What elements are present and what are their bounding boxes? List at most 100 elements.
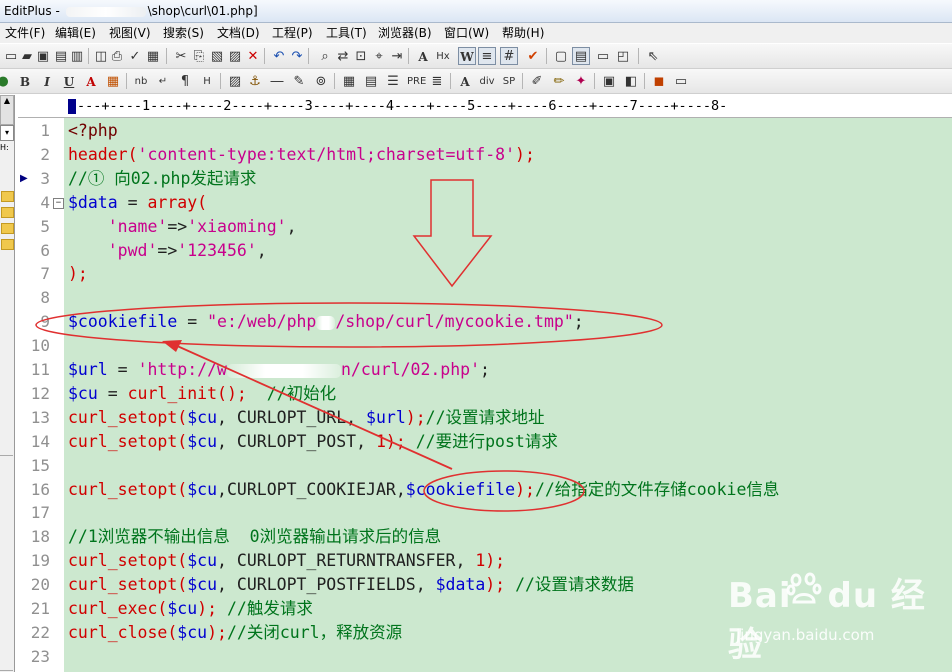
code-line[interactable]: curl_setopt($cu,CURLOPT_COOKIEJAR,$cooki… (68, 478, 779, 502)
word-wrap-icon[interactable]: W (458, 47, 476, 65)
directory-icon[interactable]: ◰ (614, 47, 632, 65)
anchor-icon[interactable]: ⚓ (246, 72, 264, 90)
code-line[interactable]: $cookiefile = "e:/web/php/shop/curl/myco… (68, 310, 584, 334)
line-break-icon[interactable]: ↵ (154, 72, 172, 90)
code-line[interactable]: curl_close($cu);//关闭curl，释放资源 (68, 621, 402, 645)
font-tag-icon[interactable]: A (456, 72, 474, 90)
tools-icon[interactable]: ✦ (572, 72, 590, 90)
pre-button[interactable]: PRE (406, 72, 426, 90)
menu-project[interactable]: 工程(P) (272, 23, 313, 43)
menu-tools[interactable]: 工具(T) (326, 23, 367, 43)
code-line[interactable]: curl_setopt($cu, CURLOPT_POSTFIELDS, $da… (68, 573, 634, 597)
list-icon[interactable]: ☰ (384, 72, 402, 90)
paragraph-button[interactable]: ¶ (176, 72, 194, 90)
output-window-icon[interactable]: ▭ (594, 47, 612, 65)
undo-icon[interactable]: ↶ (270, 47, 288, 65)
print-icon[interactable]: ⎙ (108, 47, 126, 65)
code-line[interactable]: header('content-type:text/html;charset=u… (68, 143, 535, 167)
toolbar-separator (264, 48, 265, 64)
menu-file[interactable]: 文件(F) (5, 23, 45, 43)
cliptext-icon[interactable]: ▤ (572, 47, 590, 65)
line-numbers-icon[interactable]: # (500, 47, 518, 65)
menu-edit[interactable]: 编辑(E) (55, 23, 96, 43)
nbsp-button[interactable]: nb (132, 72, 150, 90)
bold-button[interactable]: B (16, 72, 34, 90)
horizontal-rule-icon[interactable]: ― (268, 72, 286, 90)
delete-icon[interactable]: ✕ (244, 47, 262, 65)
drive-dropdown[interactable]: ▾ (0, 125, 14, 141)
frame-icon[interactable]: ▣ (600, 72, 618, 90)
window-icon[interactable]: ▢ (552, 47, 570, 65)
menu-browser[interactable]: 浏览器(B) (378, 23, 432, 43)
code-line[interactable]: curl_exec($cu); //触发请求 (68, 597, 313, 621)
comment-icon[interactable]: ⊚ (312, 72, 330, 90)
fold-toggle-icon[interactable]: − (53, 197, 64, 209)
ruler-toggle-icon[interactable]: ≡ (478, 47, 496, 65)
div-button[interactable]: div (478, 72, 496, 90)
code-line[interactable]: curl_setopt($cu, CURLOPT_RETURNTRANSFER,… (68, 549, 505, 573)
frameset-icon[interactable]: ◧ (622, 72, 640, 90)
go-to-icon[interactable]: ⌖ (370, 47, 388, 65)
panel-scroll-arrow[interactable]: ▲ (0, 95, 14, 125)
menu-document[interactable]: 文档(D) (217, 23, 260, 43)
paste-special-icon[interactable]: ▨ (226, 47, 244, 65)
close-file-icon[interactable]: ▥ (68, 47, 86, 65)
redo-icon[interactable]: ↷ (288, 47, 306, 65)
menu-window[interactable]: 窗口(W) (444, 23, 489, 43)
copy-icon[interactable]: ⎘ (190, 47, 208, 65)
replace-icon[interactable]: ⇄ (334, 47, 352, 65)
code-line[interactable]: $url = 'http://w n/curl/02.php'; (68, 358, 490, 382)
find-icon[interactable]: ⌕ (316, 47, 334, 65)
table-icon[interactable]: ▦ (340, 72, 358, 90)
code-token: //关闭curl，释放资源 (226, 622, 403, 642)
folder-icon[interactable] (1, 191, 14, 202)
code-token: ; (573, 312, 584, 332)
code-line[interactable]: //1浏览器不输出信息 0浏览器输出请求后的信息 (68, 525, 441, 549)
current-line-marker-icon: ▶ (20, 172, 28, 184)
spell-check-icon[interactable]: ✓ (126, 47, 144, 65)
folder-icon[interactable] (1, 239, 14, 250)
ruler-ticks: ---+----1----+----2----+----3----+----4-… (77, 98, 728, 114)
underline-button[interactable]: U (60, 72, 78, 90)
find-in-files-icon[interactable]: ⊡ (352, 47, 370, 65)
code-line[interactable]: //① 向02.php发起请求 (68, 167, 256, 191)
code-line[interactable]: 'name'=>'xiaoming', (68, 215, 297, 239)
code-token: $cu (177, 622, 208, 642)
code-line[interactable]: $data = array( (68, 191, 207, 215)
italic-button[interactable]: I (38, 72, 56, 90)
line-number: 2 (40, 144, 50, 164)
code-token: => (157, 240, 178, 260)
code-line[interactable]: curl_setopt($cu, CURLOPT_URL, $url);//设置… (68, 406, 545, 430)
code-line[interactable]: $cu = curl_init(); //初始化 (68, 382, 336, 406)
code-line[interactable]: <?php (68, 119, 118, 143)
folder-icon[interactable] (1, 207, 14, 218)
edit-icon[interactable]: ✎ (290, 72, 308, 90)
font-icon[interactable]: A (414, 47, 432, 65)
indent-icon[interactable]: ⇥ (388, 47, 406, 65)
check-icon[interactable]: ✔ (524, 47, 542, 65)
color-palette-icon[interactable]: ▦ (104, 72, 122, 90)
heading-button[interactable]: H (198, 72, 216, 90)
color-picker-icon[interactable]: ◼ (650, 72, 668, 90)
form-icon[interactable]: ▤ (362, 72, 380, 90)
code-line[interactable]: 'pwd'=>'123456', (68, 239, 267, 263)
hex-icon[interactable]: Hx (434, 47, 452, 65)
menu-help[interactable]: 帮助(H) (502, 23, 544, 43)
center-icon[interactable]: ≣ (428, 72, 446, 90)
menu-view[interactable]: 视图(V) (109, 23, 151, 43)
code-line[interactable]: ); (68, 262, 88, 286)
code-line[interactable]: curl_setopt($cu, CURLOPT_POST, 1); //要进行… (68, 430, 558, 454)
browser-preview-icon[interactable]: ▭ (672, 72, 690, 90)
style-edit-icon[interactable]: ✐ (528, 72, 546, 90)
image-icon[interactable]: ▨ (226, 72, 244, 90)
brush-icon[interactable]: ✏ (550, 72, 568, 90)
span-button[interactable]: SP (500, 72, 518, 90)
save-icon[interactable]: ▣ (34, 47, 52, 65)
text-color-button[interactable]: A (82, 72, 100, 90)
paste-icon[interactable]: ▧ (208, 47, 226, 65)
help-pointer-icon[interactable]: ⇖ (644, 47, 662, 65)
cut-icon[interactable]: ✂ (172, 47, 190, 65)
rename-icon[interactable]: ▦ (144, 47, 162, 65)
folder-icon[interactable] (1, 223, 14, 234)
menu-search[interactable]: 搜索(S) (163, 23, 204, 43)
